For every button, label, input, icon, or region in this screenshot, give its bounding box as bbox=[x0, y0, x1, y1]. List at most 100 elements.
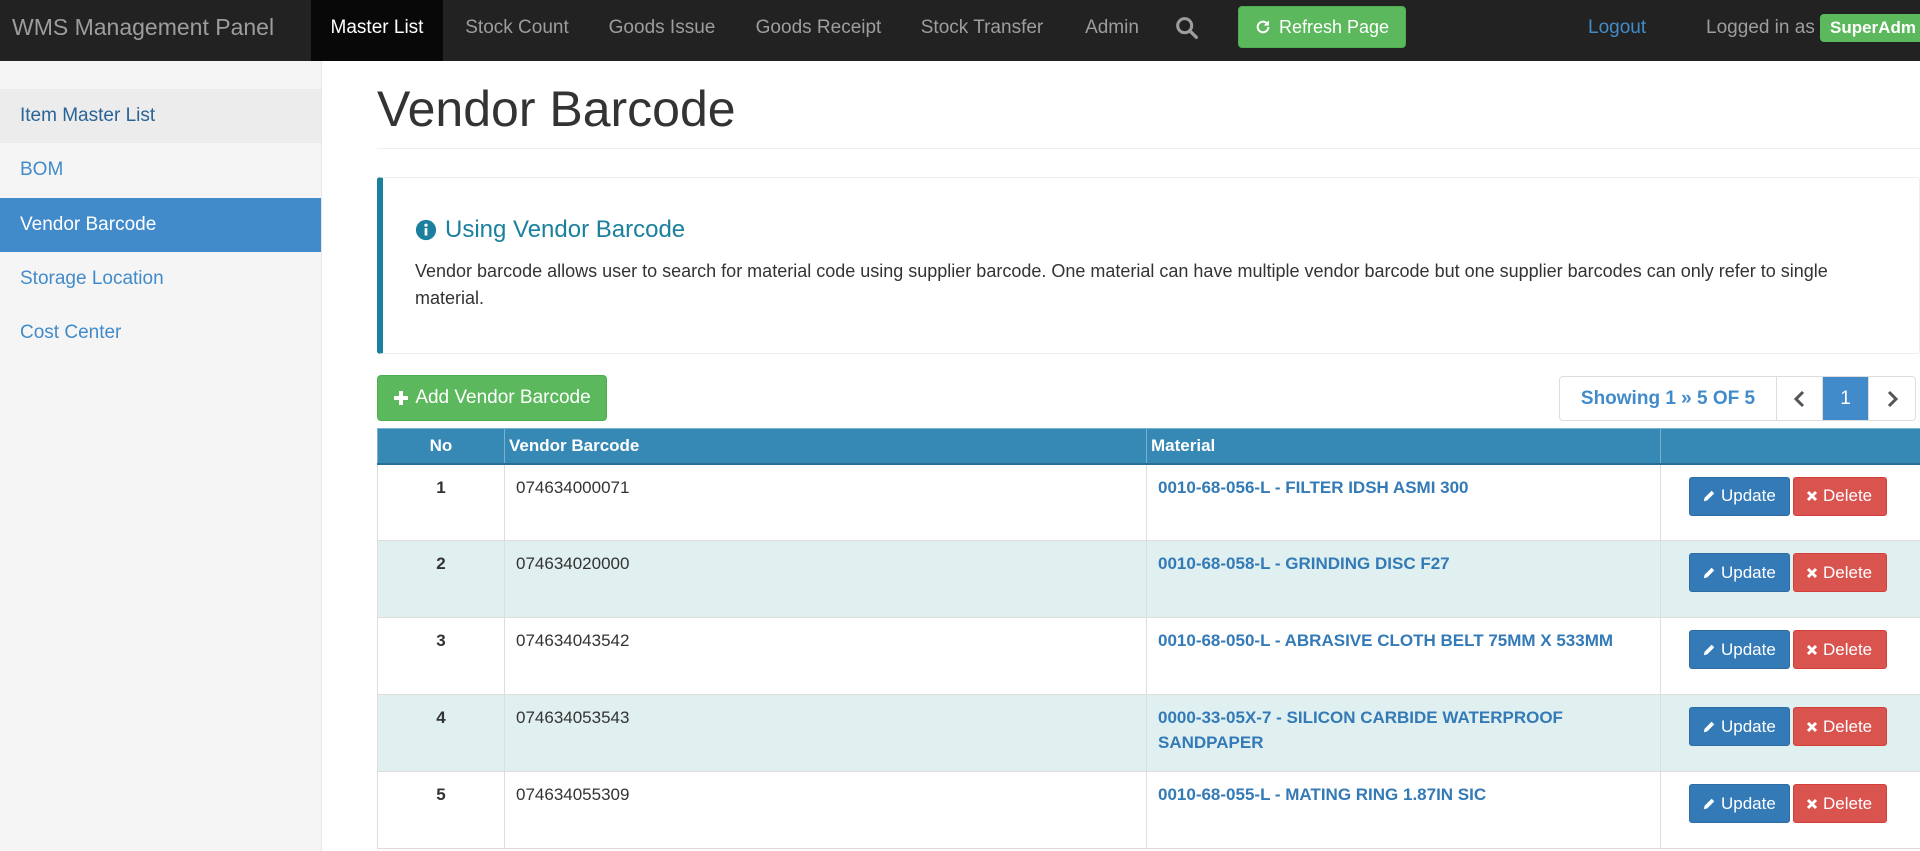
pencil-icon bbox=[1703, 721, 1715, 732]
row-vendor-barcode: 074634053543 bbox=[504, 694, 1147, 772]
nav-stock-transfer[interactable]: Stock Transfer bbox=[908, 0, 1056, 61]
row-material-link[interactable]: 0010-68-055-L - MATING RING 1.87IN SIC bbox=[1158, 785, 1486, 804]
nav-master-list[interactable]: Master List bbox=[311, 0, 443, 61]
row-number: 2 bbox=[377, 540, 505, 618]
update-button[interactable]: Update bbox=[1689, 553, 1790, 592]
row-material-cell: 0010-68-055-L - MATING RING 1.87IN SIC bbox=[1146, 771, 1661, 849]
nav-stock-count[interactable]: Stock Count bbox=[447, 0, 587, 61]
page-title: Vendor Barcode bbox=[377, 81, 736, 137]
pencil-icon bbox=[1703, 798, 1715, 809]
row-actions: Update Delete bbox=[1660, 694, 1920, 772]
sidebar-item-vendor-barcode[interactable]: Vendor Barcode bbox=[0, 198, 321, 252]
next-page-button[interactable] bbox=[1869, 377, 1915, 420]
sidebar: Item Master List BOM Vendor Barcode Stor… bbox=[0, 61, 322, 851]
row-vendor-barcode: 074634055309 bbox=[504, 771, 1147, 849]
nav-goods-issue[interactable]: Goods Issue bbox=[591, 0, 733, 61]
table-row: 4 074634053543 0000-33-05X-7 - SILICON C… bbox=[377, 694, 1920, 772]
table-row: 2 074634020000 0010-68-058-L - GRINDING … bbox=[377, 540, 1920, 618]
refresh-icon bbox=[1256, 20, 1270, 34]
sidebar-item-bom[interactable]: BOM bbox=[0, 143, 321, 197]
update-label: Update bbox=[1721, 639, 1776, 659]
update-button[interactable]: Update bbox=[1689, 630, 1790, 669]
delete-button[interactable]: Delete bbox=[1793, 553, 1887, 592]
user-role-badge: SuperAdm bbox=[1820, 14, 1920, 42]
times-icon bbox=[1806, 644, 1818, 655]
callout-text: Vendor barcode allows user to search for… bbox=[415, 261, 1828, 308]
delete-button[interactable]: Delete bbox=[1793, 784, 1887, 823]
add-button-label: Add Vendor Barcode bbox=[415, 387, 591, 408]
brand-title[interactable]: WMS Management Panel bbox=[12, 0, 274, 61]
delete-button[interactable]: Delete bbox=[1793, 476, 1887, 516]
info-circle-icon bbox=[415, 219, 437, 241]
delete-button[interactable]: Delete bbox=[1793, 630, 1887, 669]
vendor-barcode-table: No Vendor Barcode Material 1 07463400007… bbox=[377, 428, 1920, 849]
refresh-label: Refresh Page bbox=[1278, 16, 1390, 37]
update-label: Update bbox=[1721, 716, 1776, 736]
logout-link[interactable]: Logout bbox=[1588, 0, 1646, 61]
table-header-row: No Vendor Barcode Material bbox=[377, 428, 1920, 465]
info-callout: Using Vendor Barcode Vendor barcode allo… bbox=[377, 177, 1920, 354]
delete-label: Delete bbox=[1823, 716, 1873, 736]
row-number: 1 bbox=[377, 463, 505, 541]
page-1-button[interactable]: 1 bbox=[1823, 377, 1869, 420]
row-material-link[interactable]: 0010-68-056-L - FILTER IDSH ASMI 300 bbox=[1158, 478, 1469, 497]
delete-label: Delete bbox=[1823, 639, 1873, 659]
chevron-right-icon bbox=[1887, 390, 1899, 407]
row-actions: Update Delete bbox=[1660, 463, 1920, 541]
update-button[interactable]: Update bbox=[1689, 707, 1790, 746]
sidebar-item-item-master-list[interactable]: Item Master List bbox=[0, 89, 321, 143]
nav-goods-receipt[interactable]: Goods Receipt bbox=[741, 0, 896, 61]
times-icon bbox=[1806, 798, 1818, 809]
row-number: 5 bbox=[377, 771, 505, 849]
sidebar-item-cost-center[interactable]: Cost Center bbox=[0, 306, 321, 360]
pagination: Showing 1 » 5 OF 5 1 bbox=[1559, 376, 1916, 421]
nav-admin[interactable]: Admin bbox=[1072, 0, 1152, 61]
chevron-left-icon bbox=[1793, 390, 1804, 407]
pencil-icon bbox=[1703, 644, 1715, 655]
row-material-cell: 0010-68-050-L - ABRASIVE CLOTH BELT 75MM… bbox=[1146, 617, 1661, 695]
row-material-link[interactable]: 0010-68-050-L - ABRASIVE CLOTH BELT 75MM… bbox=[1158, 631, 1613, 650]
times-icon bbox=[1806, 567, 1818, 578]
col-header-vendor-barcode: Vendor Barcode bbox=[504, 428, 1147, 465]
top-navbar: WMS Management Panel Master List Stock C… bbox=[0, 0, 1920, 61]
row-actions: Update Delete bbox=[1660, 540, 1920, 618]
row-number: 4 bbox=[377, 694, 505, 772]
table-row: 1 074634000071 0010-68-056-L - FILTER ID… bbox=[377, 463, 1920, 541]
col-header-actions bbox=[1660, 428, 1920, 465]
delete-button[interactable]: Delete bbox=[1793, 707, 1887, 746]
plus-icon bbox=[394, 391, 409, 405]
pagination-info: Showing 1 » 5 OF 5 bbox=[1560, 377, 1777, 420]
update-label: Update bbox=[1721, 793, 1776, 813]
row-vendor-barcode: 074634043542 bbox=[504, 617, 1147, 695]
col-header-material: Material bbox=[1146, 428, 1661, 465]
search-icon[interactable] bbox=[1173, 14, 1201, 42]
update-label: Update bbox=[1721, 486, 1776, 505]
row-material-cell: 0010-68-058-L - GRINDING DISC F27 bbox=[1146, 540, 1661, 618]
row-actions: Update Delete bbox=[1660, 617, 1920, 695]
logged-in-label: Logged in as bbox=[1706, 17, 1815, 38]
update-button[interactable]: Update bbox=[1689, 476, 1790, 516]
pencil-icon bbox=[1703, 490, 1715, 502]
callout-title: Using Vendor Barcode bbox=[415, 216, 685, 244]
delete-label: Delete bbox=[1823, 562, 1873, 582]
row-vendor-barcode: 074634000071 bbox=[504, 463, 1147, 541]
row-material-cell: 0000-33-05X-7 - SILICON CARBIDE WATERPRO… bbox=[1146, 694, 1661, 772]
pencil-icon bbox=[1703, 567, 1715, 578]
sidebar-item-storage-location[interactable]: Storage Location bbox=[0, 252, 321, 306]
delete-label: Delete bbox=[1823, 486, 1873, 505]
row-material-link[interactable]: 0000-33-05X-7 - SILICON CARBIDE WATERPRO… bbox=[1158, 708, 1563, 752]
prev-page-button[interactable] bbox=[1777, 377, 1823, 420]
table-row: 3 074634043542 0010-68-050-L - ABRASIVE … bbox=[377, 617, 1920, 695]
refresh-page-button[interactable]: Refresh Page bbox=[1238, 6, 1406, 48]
row-material-cell: 0010-68-056-L - FILTER IDSH ASMI 300 bbox=[1146, 463, 1661, 541]
table-row: 5 074634055309 0010-68-055-L - MATING RI… bbox=[377, 771, 1920, 849]
update-label: Update bbox=[1721, 562, 1776, 582]
delete-label: Delete bbox=[1823, 793, 1873, 813]
update-button[interactable]: Update bbox=[1689, 784, 1790, 823]
row-number: 3 bbox=[377, 617, 505, 695]
times-icon bbox=[1806, 490, 1818, 502]
row-material-link[interactable]: 0010-68-058-L - GRINDING DISC F27 bbox=[1158, 554, 1450, 573]
add-vendor-barcode-button[interactable]: Add Vendor Barcode bbox=[377, 375, 607, 421]
times-icon bbox=[1806, 721, 1818, 732]
title-divider bbox=[377, 148, 1920, 149]
